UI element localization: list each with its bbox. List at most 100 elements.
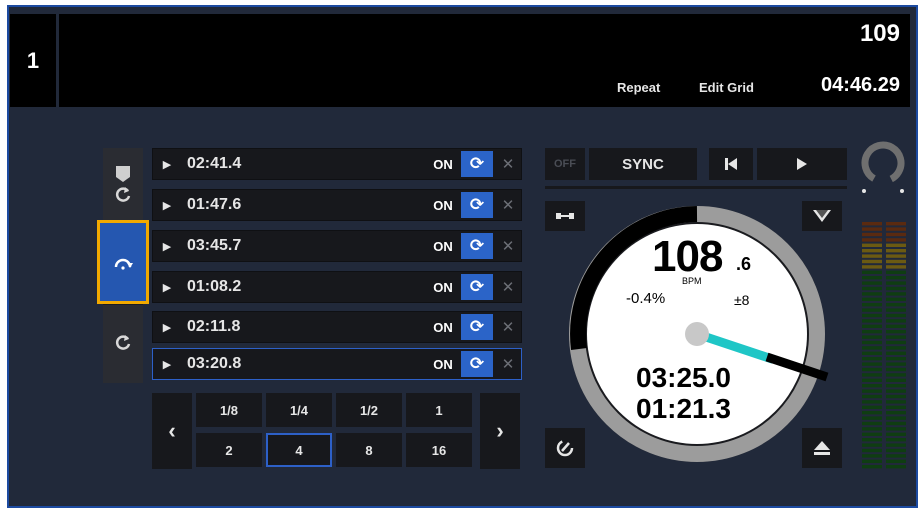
vu-segment [886, 243, 906, 247]
vu-segment [886, 281, 906, 285]
loop-on-button[interactable]: ON [425, 149, 461, 179]
skip-previous-button[interactable] [709, 148, 753, 180]
play-icon[interactable]: ▶ [153, 190, 181, 220]
loop-roll-button[interactable] [103, 316, 143, 368]
vu-segment [862, 394, 882, 399]
close-icon[interactable]: ✕ [495, 349, 521, 379]
loop-icon[interactable]: ⟳ [461, 151, 493, 177]
play-button[interactable] [757, 148, 847, 180]
loop-time: 01:47.6 [187, 196, 242, 213]
close-icon[interactable]: ✕ [495, 272, 521, 302]
vu-segment [886, 421, 906, 426]
loop-size-button[interactable]: 16 [406, 433, 472, 467]
vu-segment [862, 448, 882, 453]
loop-on-button[interactable]: ON [425, 312, 461, 342]
vu-segment [862, 243, 882, 247]
vu-segment [862, 319, 882, 323]
sync-off-button[interactable]: OFF [545, 148, 585, 180]
loop-on-button[interactable]: ON [425, 349, 461, 379]
chevron-left-icon[interactable]: ‹ [152, 393, 192, 469]
vu-segment [886, 351, 906, 355]
loop-on-button[interactable]: ON [425, 190, 461, 220]
vu-segment [862, 297, 882, 301]
loop-row[interactable]: ▶ 01:08.2 ON ⟳ ✕ [152, 271, 522, 303]
vu-segment [862, 308, 882, 312]
repeat-icon [114, 258, 133, 270]
repeat-button[interactable]: Repeat [617, 80, 660, 95]
loop-icon[interactable]: ⟳ [461, 192, 493, 218]
bpm-label: BPM [682, 276, 702, 286]
vu-segment [862, 222, 882, 226]
vu-segment [862, 421, 882, 426]
vu-segment [862, 459, 882, 463]
loop-on-button[interactable]: ON [425, 272, 461, 302]
play-icon[interactable]: ▶ [153, 312, 181, 342]
vu-segment [886, 232, 906, 237]
gain-knob-ring [861, 141, 905, 185]
loop-size-button[interactable]: 1 [406, 393, 472, 427]
vu-segment [862, 438, 882, 442]
vu-segment [862, 232, 882, 237]
loop-row[interactable]: ▶ 02:41.4 ON ⟳ ✕ [152, 148, 522, 180]
deck-number: 1 [10, 14, 56, 107]
close-icon[interactable]: ✕ [495, 312, 521, 342]
pitch-range[interactable]: ±8 [734, 292, 749, 308]
gain-knob[interactable] [858, 141, 908, 201]
loop-size-button[interactable]: 1/8 [196, 393, 262, 427]
loop-size-selector: ‹ 1/8 1/4 1/2 1 2 4 8 16 › [152, 393, 522, 469]
loop-icon[interactable]: ⟳ [461, 314, 493, 340]
loop-size-button[interactable]: 8 [336, 433, 402, 467]
vu-segment [862, 249, 882, 253]
vu-segment [886, 448, 906, 453]
loop-row[interactable]: ▶ 03:45.7 ON ⟳ ✕ [152, 230, 522, 262]
vu-segment [886, 297, 906, 301]
vu-segment [862, 427, 882, 431]
close-icon[interactable]: ✕ [495, 190, 521, 220]
vu-segment [886, 249, 906, 253]
chevron-right-icon[interactable]: › [480, 393, 520, 469]
loop-icon[interactable]: ⟳ [461, 351, 493, 377]
vu-segment [862, 265, 882, 269]
loop-on-button[interactable]: ON [425, 231, 461, 261]
remaining-time[interactable]: 01:21.3 [636, 393, 731, 425]
loop-time: 02:11.8 [187, 318, 241, 335]
loop-icon[interactable]: ⟳ [461, 274, 493, 300]
pitch-value[interactable]: -0.4% [626, 290, 665, 307]
play-icon[interactable]: ▶ [153, 272, 181, 302]
play-icon[interactable]: ▶ [153, 349, 181, 379]
vu-segment [862, 367, 882, 372]
vu-segment [886, 438, 906, 442]
vu-segment [886, 427, 906, 431]
loop-size-button[interactable]: 1/4 [266, 393, 332, 427]
vu-segment [862, 454, 882, 458]
close-icon[interactable]: ✕ [495, 149, 521, 179]
loop-time: 03:20.8 [187, 355, 242, 372]
loop-row-selected[interactable]: ▶ 03:20.8 ON ⟳ ✕ [152, 348, 522, 380]
vu-segment [862, 286, 882, 291]
vu-segment [862, 432, 882, 436]
platter-hub [685, 322, 709, 346]
vu-segment [886, 465, 906, 469]
vu-segment [886, 394, 906, 399]
edit-grid-button[interactable]: Edit Grid [699, 80, 754, 95]
loop-row[interactable]: ▶ 02:11.8 ON ⟳ ✕ [152, 311, 522, 343]
loop-size-button[interactable]: 1/2 [336, 393, 402, 427]
sync-button[interactable]: SYNC [589, 148, 697, 180]
vu-segment [886, 373, 906, 377]
loop-size-button[interactable]: 2 [196, 433, 262, 467]
loop-mode-button[interactable] [103, 168, 143, 220]
vu-segment [862, 384, 882, 388]
repeat-mode-button[interactable] [97, 220, 149, 304]
loop-row[interactable]: ▶ 01:47.6 ON ⟳ ✕ [152, 189, 522, 221]
vu-segment [862, 443, 882, 447]
vu-segment [862, 324, 882, 328]
loop-size-button-selected[interactable]: 4 [266, 433, 332, 467]
play-icon[interactable]: ▶ [153, 231, 181, 261]
vu-segment [886, 405, 906, 409]
play-icon[interactable]: ▶ [153, 149, 181, 179]
loop-icon[interactable]: ⟳ [461, 233, 493, 259]
elapsed-time[interactable]: 03:25.0 [636, 362, 731, 394]
gain-knob-dot [862, 189, 866, 193]
close-icon[interactable]: ✕ [495, 231, 521, 261]
vu-segment [862, 389, 882, 393]
